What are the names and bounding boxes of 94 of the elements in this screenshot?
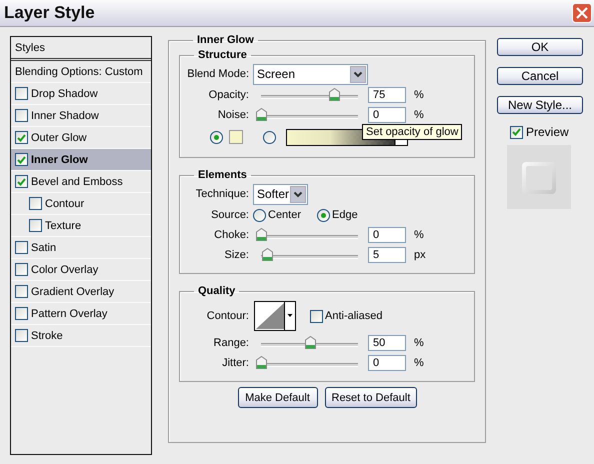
checkbox[interactable] <box>15 263 28 276</box>
style-label: Pattern Overlay <box>31 308 108 320</box>
field-label: Blend Mode: <box>186 68 250 80</box>
unit-label: % <box>414 89 425 101</box>
style-label: Contour <box>45 198 84 210</box>
group-title: Elements <box>197 169 248 181</box>
dialog-button[interactable]: OK <box>497 38 583 56</box>
style-label: Inner Shadow <box>31 110 99 122</box>
field-label: Noise: <box>216 109 250 121</box>
style-label: Outer Glow <box>31 132 87 144</box>
style-label: Texture <box>45 220 82 232</box>
checkbox[interactable] <box>15 241 28 254</box>
checkbox[interactable] <box>29 197 42 210</box>
styles-list-item[interactable]: Contour <box>11 193 151 215</box>
checkbox[interactable] <box>15 131 28 144</box>
slider-thumb[interactable] <box>328 88 340 101</box>
radio-button[interactable] <box>263 130 276 144</box>
radio-button[interactable] <box>253 208 266 222</box>
dialog-button[interactable]: Cancel <box>497 67 583 85</box>
radio-label[interactable]: Edge <box>332 209 358 221</box>
slider-thumb[interactable] <box>256 108 267 121</box>
checkbox[interactable] <box>29 219 42 232</box>
styles-list-item[interactable]: Gradient Overlay <box>11 281 151 303</box>
field-label: Size: <box>224 249 250 261</box>
style-label: Drop Shadow <box>31 88 98 100</box>
field-label: Choke: <box>213 229 250 241</box>
checkbox[interactable] <box>15 109 28 122</box>
dropdown[interactable]: Softer <box>253 184 308 204</box>
field-label: Opacity: <box>208 89 250 101</box>
number-field[interactable]: 0 <box>368 227 406 243</box>
number-field[interactable]: 5 <box>368 247 406 263</box>
field-label: Source: <box>210 209 250 221</box>
number-field[interactable]: 50 <box>368 335 406 351</box>
radio-button[interactable] <box>317 208 330 222</box>
styles-list-item[interactable]: Drop Shadow <box>11 83 151 105</box>
checkbox-label[interactable]: Anti-aliased <box>325 310 382 322</box>
number-field[interactable]: 0 <box>368 355 406 371</box>
checkbox[interactable] <box>15 153 28 166</box>
checkbox-label[interactable]: Preview <box>526 125 569 139</box>
slider-thumb[interactable] <box>256 356 267 369</box>
checkbox[interactable] <box>15 175 28 188</box>
style-label: Inner Glow <box>31 154 88 166</box>
styles-list-item[interactable]: Color Overlay <box>11 259 151 281</box>
checkbox[interactable] <box>15 87 28 100</box>
slider-thumb[interactable] <box>262 248 273 261</box>
number-field[interactable]: 75 <box>368 87 406 103</box>
default-button[interactable]: Make Default <box>238 387 318 408</box>
tooltip: Set opacity of glow <box>362 124 462 140</box>
unit-label: px <box>414 249 427 261</box>
styles-list-item[interactable]: Inner Shadow <box>11 105 151 127</box>
field-label: Contour: <box>206 310 250 322</box>
styles-list-item[interactable]: Blending Options: Custom <box>11 61 151 83</box>
group-title: Structure <box>197 49 248 61</box>
checkbox[interactable] <box>15 307 28 320</box>
group-title: Quality <box>197 285 236 297</box>
style-label: Gradient Overlay <box>31 286 114 298</box>
slider-thumb[interactable] <box>304 336 316 349</box>
default-button[interactable]: Reset to Default <box>324 387 416 408</box>
preview-drawing <box>507 145 571 209</box>
checkbox[interactable] <box>15 329 28 342</box>
window-title: Layer Style <box>4 3 95 23</box>
checkbox[interactable] <box>310 310 323 322</box>
styles-list-item[interactable]: Stroke <box>11 325 151 347</box>
field-label: Range: <box>212 337 250 349</box>
style-label: Satin <box>31 242 56 254</box>
field-label: Technique: <box>194 188 250 200</box>
radio-label[interactable]: Center <box>268 209 302 221</box>
checkbox[interactable] <box>15 285 28 298</box>
style-label: Bevel and Emboss <box>31 176 123 188</box>
number-field[interactable]: 0 <box>368 107 406 123</box>
unit-label: % <box>414 109 425 121</box>
styles-list-item[interactable]: Texture <box>11 215 151 237</box>
checkbox[interactable] <box>510 126 523 138</box>
styles-list-item[interactable]: Bevel and Emboss <box>11 171 151 193</box>
unit-label: % <box>414 337 425 349</box>
radio-button[interactable] <box>210 130 223 144</box>
style-label: Color Overlay <box>31 264 98 276</box>
dropdown[interactable]: Screen <box>253 64 368 84</box>
styles-list-item[interactable]: Satin <box>11 237 151 259</box>
caret-icon <box>350 66 366 82</box>
styles-list-item[interactable]: Styles <box>11 37 151 61</box>
unit-label: % <box>414 357 425 369</box>
contour-picker[interactable] <box>254 301 296 331</box>
caret-icon <box>290 186 306 202</box>
style-label: Stroke <box>31 330 63 342</box>
slider-thumb[interactable] <box>256 228 267 241</box>
field-label: Jitter: <box>221 357 250 369</box>
styles-list-item[interactable]: Pattern Overlay <box>11 303 151 325</box>
styles-list-item[interactable]: Inner Glow <box>11 149 151 171</box>
color-swatch[interactable] <box>229 130 243 144</box>
panel-title: Inner Glow <box>196 34 255 46</box>
close-icon[interactable] <box>572 3 592 23</box>
dialog-button[interactable]: New Style... <box>497 96 583 114</box>
unit-label: % <box>414 229 425 241</box>
